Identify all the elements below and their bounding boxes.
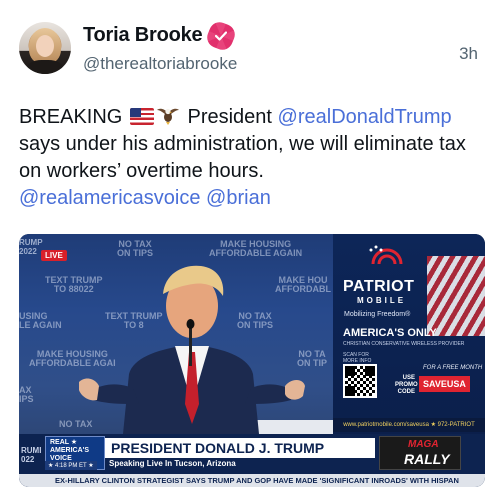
rally-bottom-text: RALLY [404,451,450,467]
ad-promo-code: SAVEUSA [419,376,470,392]
checkmark-icon [215,30,228,41]
chyron-side-tag: RUMI 022 [21,446,42,464]
ad-scan-text: SCAN FOR MORE INFO [343,352,372,364]
verified-badge-icon [210,24,233,47]
network-name: REAL ★ AMERICA'S VOICE [50,439,89,462]
avatar-clothing [27,60,63,74]
backdrop-sign: USING LE AGAIN [19,311,62,330]
live-badge: LIVE [41,250,67,261]
ad-free-month: FOR A FREE MONTH [423,365,483,371]
post-text: BREAKING President @realDonaldTrump says… [19,104,489,212]
ad-brand-sub: MOBILE [357,296,407,305]
ad-brand: PATRIOT [343,278,415,295]
author-handle[interactable]: @therealtoriabrooke [83,54,237,74]
post-word-president: President [187,106,272,128]
mention-realamericasvoice[interactable]: @realamericasvoice [19,187,200,209]
maga-rally-graphic: MAGA RALLY [379,436,461,470]
post-timestamp[interactable]: 3h [459,44,478,64]
backdrop-corner-line: RUMP [19,238,43,247]
ad-headline: AMERICA'S ONLY [343,327,437,339]
backdrop-corner-line: 2022 [19,247,37,256]
speaker-figure [79,265,305,454]
backdrop-corner-text: RUMP 2022 [19,238,43,256]
chyron-subline: Speaking Live In Tucson, Arizona [109,459,236,468]
avatar-face [36,35,54,57]
news-ticker: EX-HILLARY CLINTON STRATEGIST SAYS TRUMP… [19,474,485,487]
post-body: says under his administration, we will e… [19,133,466,182]
ad-use-promo: USE PROMO CODE [395,375,418,395]
ad-headline-sub: CHRISTIAN CONSERVATIVE WIRELESS PROVIDER [343,341,465,347]
signal-icon [369,245,403,265]
author-name-row: Toria Brooke [83,24,233,47]
ad-flag-graphic [427,256,485,336]
ad-tagline: Mobilizing Freedom® [344,311,411,318]
chyron-headline: PRESIDENT DONALD J. TRUMP [111,440,325,456]
eagle-icon [156,108,179,125]
post-media-image[interactable]: RUMP 2022 LIVE NO TAX ON TIPS MAKE HOUSI… [19,234,485,487]
news-chyron: RUMI 022 REAL ★ AMERICA'S VOICE ★ 4:18 P… [19,434,485,487]
author-display-name[interactable]: Toria Brooke [83,24,203,47]
author-avatar[interactable] [19,22,71,74]
chyron-subline-bar: Speaking Live In Tucson, Arizona [105,458,375,470]
mention-brian[interactable]: @brian [206,187,271,209]
backdrop-sign: AX IPS [19,385,34,404]
ticker-text: EX-HILLARY CLINTON STRATEGIST SAYS TRUMP… [55,476,459,485]
mention-realdonaldtrump[interactable]: @realDonaldTrump [278,106,452,128]
post: Toria Brooke @therealtoriabrooke 3h BREA… [0,0,500,490]
patriot-mobile-ad: PATRIOT MOBILE Mobilizing Freedom® AMERI… [333,234,485,434]
post-prefix: BREAKING [19,106,123,128]
us-flag-icon [129,108,154,125]
broadcast-clock: ★ 4:18 PM ET ★ [45,461,97,470]
chyron-headline-bar: PRESIDENT DONALD J. TRUMP [105,438,375,458]
rally-top-text: MAGA [408,439,439,450]
qr-code-icon [343,364,377,398]
ad-url-line: www.patriotmobile.com/saveusa ★ 972-PATR… [333,418,485,432]
